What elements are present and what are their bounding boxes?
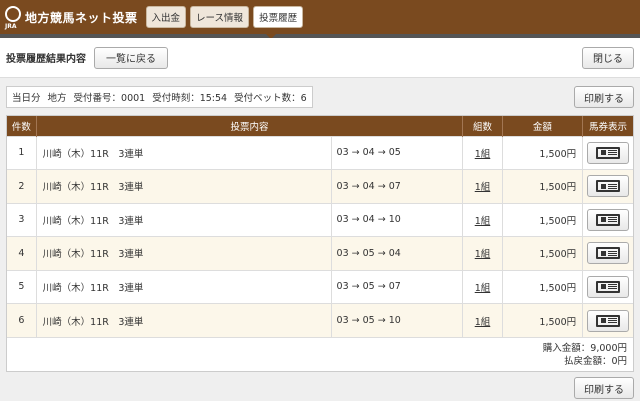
main-nav: 入出金 レース情報 投票履歴 — [145, 6, 304, 28]
table-row: 5 川崎（木）11R 3連単 03 → 05 → 07 1組 1,500円 — [7, 269, 633, 304]
col-ticket-header: 馬券表示 — [582, 116, 633, 136]
app-header: JRA 地方競馬ネット投票 入出金 レース情報 投票履歴 — [0, 0, 640, 34]
bet-table-container: 件数 投票内容 組数 金額 馬券表示 1 川崎（木）11R 3連単 03 → 0… — [6, 115, 634, 372]
ticket-icon — [596, 146, 621, 159]
row-detail: 川崎（木）11R 3連単 — [36, 236, 332, 270]
receipt-info-row: 当日分 地方 受付番号：0001 受付時刻：15:54 受付ベット数：6 印刷す… — [0, 78, 640, 110]
info-receipt-no: 受付番号：0001 — [73, 93, 146, 104]
row-combo: 03 → 05 → 10 — [331, 303, 464, 337]
info-day: 当日分 — [12, 93, 41, 104]
row-num: 1 — [7, 135, 37, 170]
ticket-icon — [596, 247, 621, 260]
ticket-icon — [596, 280, 621, 293]
table-row: 4 川崎（木）11R 3連単 03 → 05 → 04 1組 1,500円 — [7, 236, 633, 270]
row-combo: 03 → 04 → 05 — [331, 135, 464, 170]
ticket-view-button[interactable] — [587, 309, 630, 332]
print-button-top[interactable]: 印刷する — [574, 86, 634, 108]
purchase-total: 購入金額：9,000円 — [542, 343, 627, 354]
close-button[interactable]: 閉じる — [582, 46, 634, 69]
row-combo: 03 → 04 → 10 — [331, 202, 464, 237]
col-detail-header: 投票内容 — [36, 116, 464, 136]
totals-summary: 購入金額：9,000円 払戻金額：0円 — [7, 337, 633, 371]
table-header-row: 件数 投票内容 組数 金額 馬券表示 — [7, 116, 633, 136]
row-sets-link[interactable]: 1組 — [475, 182, 491, 193]
title-bar: 投票履歴結果内容 一覧に戻る 閉じる — [0, 38, 640, 78]
row-detail: 川崎（木）11R 3連単 — [36, 135, 332, 170]
info-category: 地方 — [47, 93, 67, 104]
page-title: 投票履歴結果内容 — [6, 54, 86, 65]
row-sets-link[interactable]: 1組 — [475, 216, 491, 227]
info-bet-count: 受付ベット数：6 — [234, 93, 307, 104]
col-amount-header: 金額 — [502, 116, 584, 136]
row-combo: 03 → 05 → 04 — [331, 236, 464, 270]
row-amount: 1,500円 — [502, 269, 584, 304]
print-button-bottom[interactable]: 印刷する — [574, 377, 634, 399]
info-receipt-time: 受付時刻：15:54 — [152, 93, 228, 104]
row-amount: 1,500円 — [502, 303, 584, 337]
receipt-info: 当日分 地方 受付番号：0001 受付時刻：15:54 受付ベット数：6 — [6, 86, 313, 108]
ticket-view-button[interactable] — [587, 175, 630, 198]
col-num-header: 件数 — [7, 116, 37, 136]
table-row: 1 川崎（木）11R 3連単 03 → 04 → 05 1組 1,500円 — [7, 135, 633, 170]
row-num: 2 — [7, 169, 37, 203]
row-num: 5 — [7, 269, 37, 304]
row-num: 6 — [7, 303, 37, 337]
row-combo: 03 → 04 → 07 — [331, 169, 464, 203]
logo-text: 地方競馬ネット投票 — [25, 10, 138, 25]
row-num: 3 — [7, 202, 37, 237]
row-detail: 川崎（木）11R 3連単 — [36, 303, 332, 337]
row-amount: 1,500円 — [502, 202, 584, 237]
row-sets-link[interactable]: 1組 — [475, 283, 491, 294]
ticket-icon — [596, 213, 621, 226]
row-sets-link[interactable]: 1組 — [475, 317, 491, 328]
row-detail: 川崎（木）11R 3連単 — [36, 169, 332, 203]
row-detail: 川崎（木）11R 3連単 — [36, 202, 332, 237]
bet-table: 件数 投票内容 組数 金額 馬券表示 1 川崎（木）11R 3連単 03 → 0… — [7, 116, 633, 337]
nav-race-info[interactable]: レース情報 — [190, 6, 250, 28]
bottom-actions: 印刷する — [0, 372, 640, 401]
row-amount: 1,500円 — [502, 169, 584, 203]
table-row: 6 川崎（木）11R 3連単 03 → 05 → 10 1組 1,500円 — [7, 303, 633, 337]
table-row: 3 川崎（木）11R 3連単 03 → 04 → 10 1組 1,500円 — [7, 202, 633, 237]
ticket-icon — [596, 180, 621, 193]
ticket-view-button[interactable] — [587, 141, 630, 164]
table-row: 2 川崎（木）11R 3連単 03 → 04 → 07 1組 1,500円 — [7, 169, 633, 203]
ticket-view-button[interactable] — [587, 208, 630, 231]
back-to-list-button[interactable]: 一覧に戻る — [94, 46, 168, 69]
refund-total: 払戻金額：0円 — [563, 356, 627, 367]
row-detail: 川崎（木）11R 3連単 — [36, 269, 332, 304]
ticket-view-button[interactable] — [587, 242, 630, 265]
nav-vote-history[interactable]: 投票履歴 — [253, 6, 304, 28]
ticket-icon — [596, 314, 621, 327]
jra-logo-icon: JRA — [4, 5, 22, 30]
row-sets-link[interactable]: 1組 — [475, 149, 491, 160]
nav-deposit[interactable]: 入出金 — [145, 6, 187, 28]
row-sets-link[interactable]: 1組 — [475, 249, 491, 260]
row-amount: 1,500円 — [502, 135, 584, 170]
row-amount: 1,500円 — [502, 236, 584, 270]
ticket-view-button[interactable] — [587, 275, 630, 298]
row-combo: 03 → 05 → 07 — [331, 269, 464, 304]
col-sets-header: 組数 — [462, 116, 503, 136]
logo[interactable]: JRA 地方競馬ネット投票 — [4, 5, 146, 30]
row-num: 4 — [7, 236, 37, 270]
